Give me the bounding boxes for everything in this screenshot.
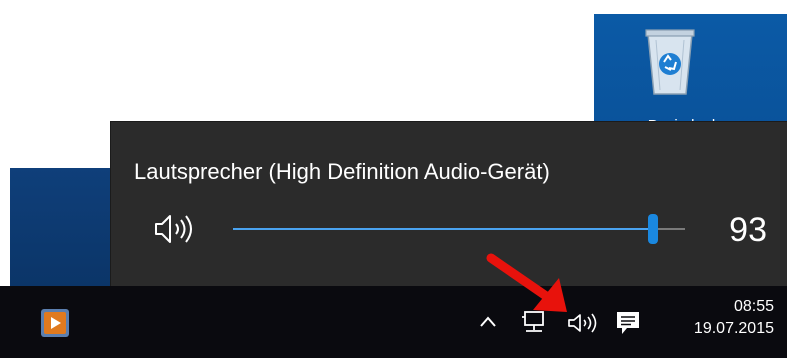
clock-time: 08:55 [733, 298, 774, 315]
volume-slider[interactable] [233, 212, 685, 248]
slider-thumb[interactable] [648, 214, 659, 244]
desktop-background-left [10, 168, 120, 286]
volume-flyout: Lautsprecher (High Definition Audio-Gerä… [111, 122, 787, 286]
taskbar: 08:55 19.07.2015 [0, 286, 787, 358]
device-name: Lautsprecher (High Definition Audio-Gerä… [134, 159, 550, 184]
slider-fill [233, 228, 654, 230]
volume-icon[interactable] [566, 312, 600, 334]
recycle-bin-icon[interactable] [640, 22, 700, 98]
media-player-icon[interactable] [40, 308, 70, 338]
volume-value: 93 [729, 211, 767, 249]
network-icon[interactable] [521, 310, 547, 334]
action-center-icon[interactable] [615, 310, 641, 336]
clock[interactable]: 08:55 19.07.2015 [662, 296, 774, 340]
speaker-icon[interactable] [152, 212, 196, 246]
chevron-up-icon[interactable] [478, 312, 498, 332]
clock-date: 19.07.2015 [693, 320, 774, 337]
screenshot-root: Papierkorb Lautsprecher (High Definition… [0, 0, 787, 358]
